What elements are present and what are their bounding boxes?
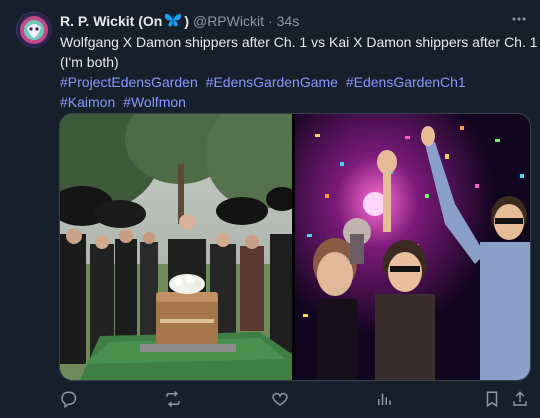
hashtag-link[interactable]: #ProjectEdensGarden [60,74,198,90]
separator-dot: · [267,13,273,29]
reply-icon[interactable] [58,388,78,410]
display-name-end: ) [184,13,189,29]
retweet-icon[interactable] [162,388,184,410]
bookmark-icon[interactable] [482,388,502,410]
hashtag-link[interactable]: #EdensGardenCh1 [346,74,466,90]
timestamp[interactable]: 34s [277,13,300,29]
views-icon[interactable] [374,388,394,410]
tweet-text: Wolfgang X Damon shippers after Ch. 1 vs… [60,32,538,72]
tweet-text-line: Wolfgang X Damon shippers after Ch. 1 vs… [60,34,538,50]
tweet-header: R. P. Wickit (On ) @RPWickit · 34s [60,12,299,30]
party-photo[interactable] [295,114,530,380]
tweet[interactable]: R. P. Wickit (On ) @RPWickit · 34s Wolfg… [0,0,540,418]
funeral-photo[interactable] [60,114,292,380]
hashtag-list: #ProjectEdensGarden #EdensGardenGame #Ed… [60,72,530,112]
hashtag-link[interactable]: #Wolfmon [123,94,186,110]
like-icon[interactable] [270,388,290,410]
user-handle[interactable]: @RPWickit [193,13,264,29]
hashtag-link[interactable]: #Kaimon [60,94,115,110]
tweet-text-line: (I'm both) [60,54,119,70]
media-grid [59,113,531,381]
avatar[interactable] [16,12,52,48]
more-options-icon[interactable] [510,12,528,26]
share-icon[interactable] [510,388,530,410]
display-name[interactable]: R. P. Wickit (On [60,13,162,29]
action-bar [0,388,540,410]
butterfly-icon [164,12,182,31]
hashtag-link[interactable]: #EdensGardenGame [206,74,338,90]
